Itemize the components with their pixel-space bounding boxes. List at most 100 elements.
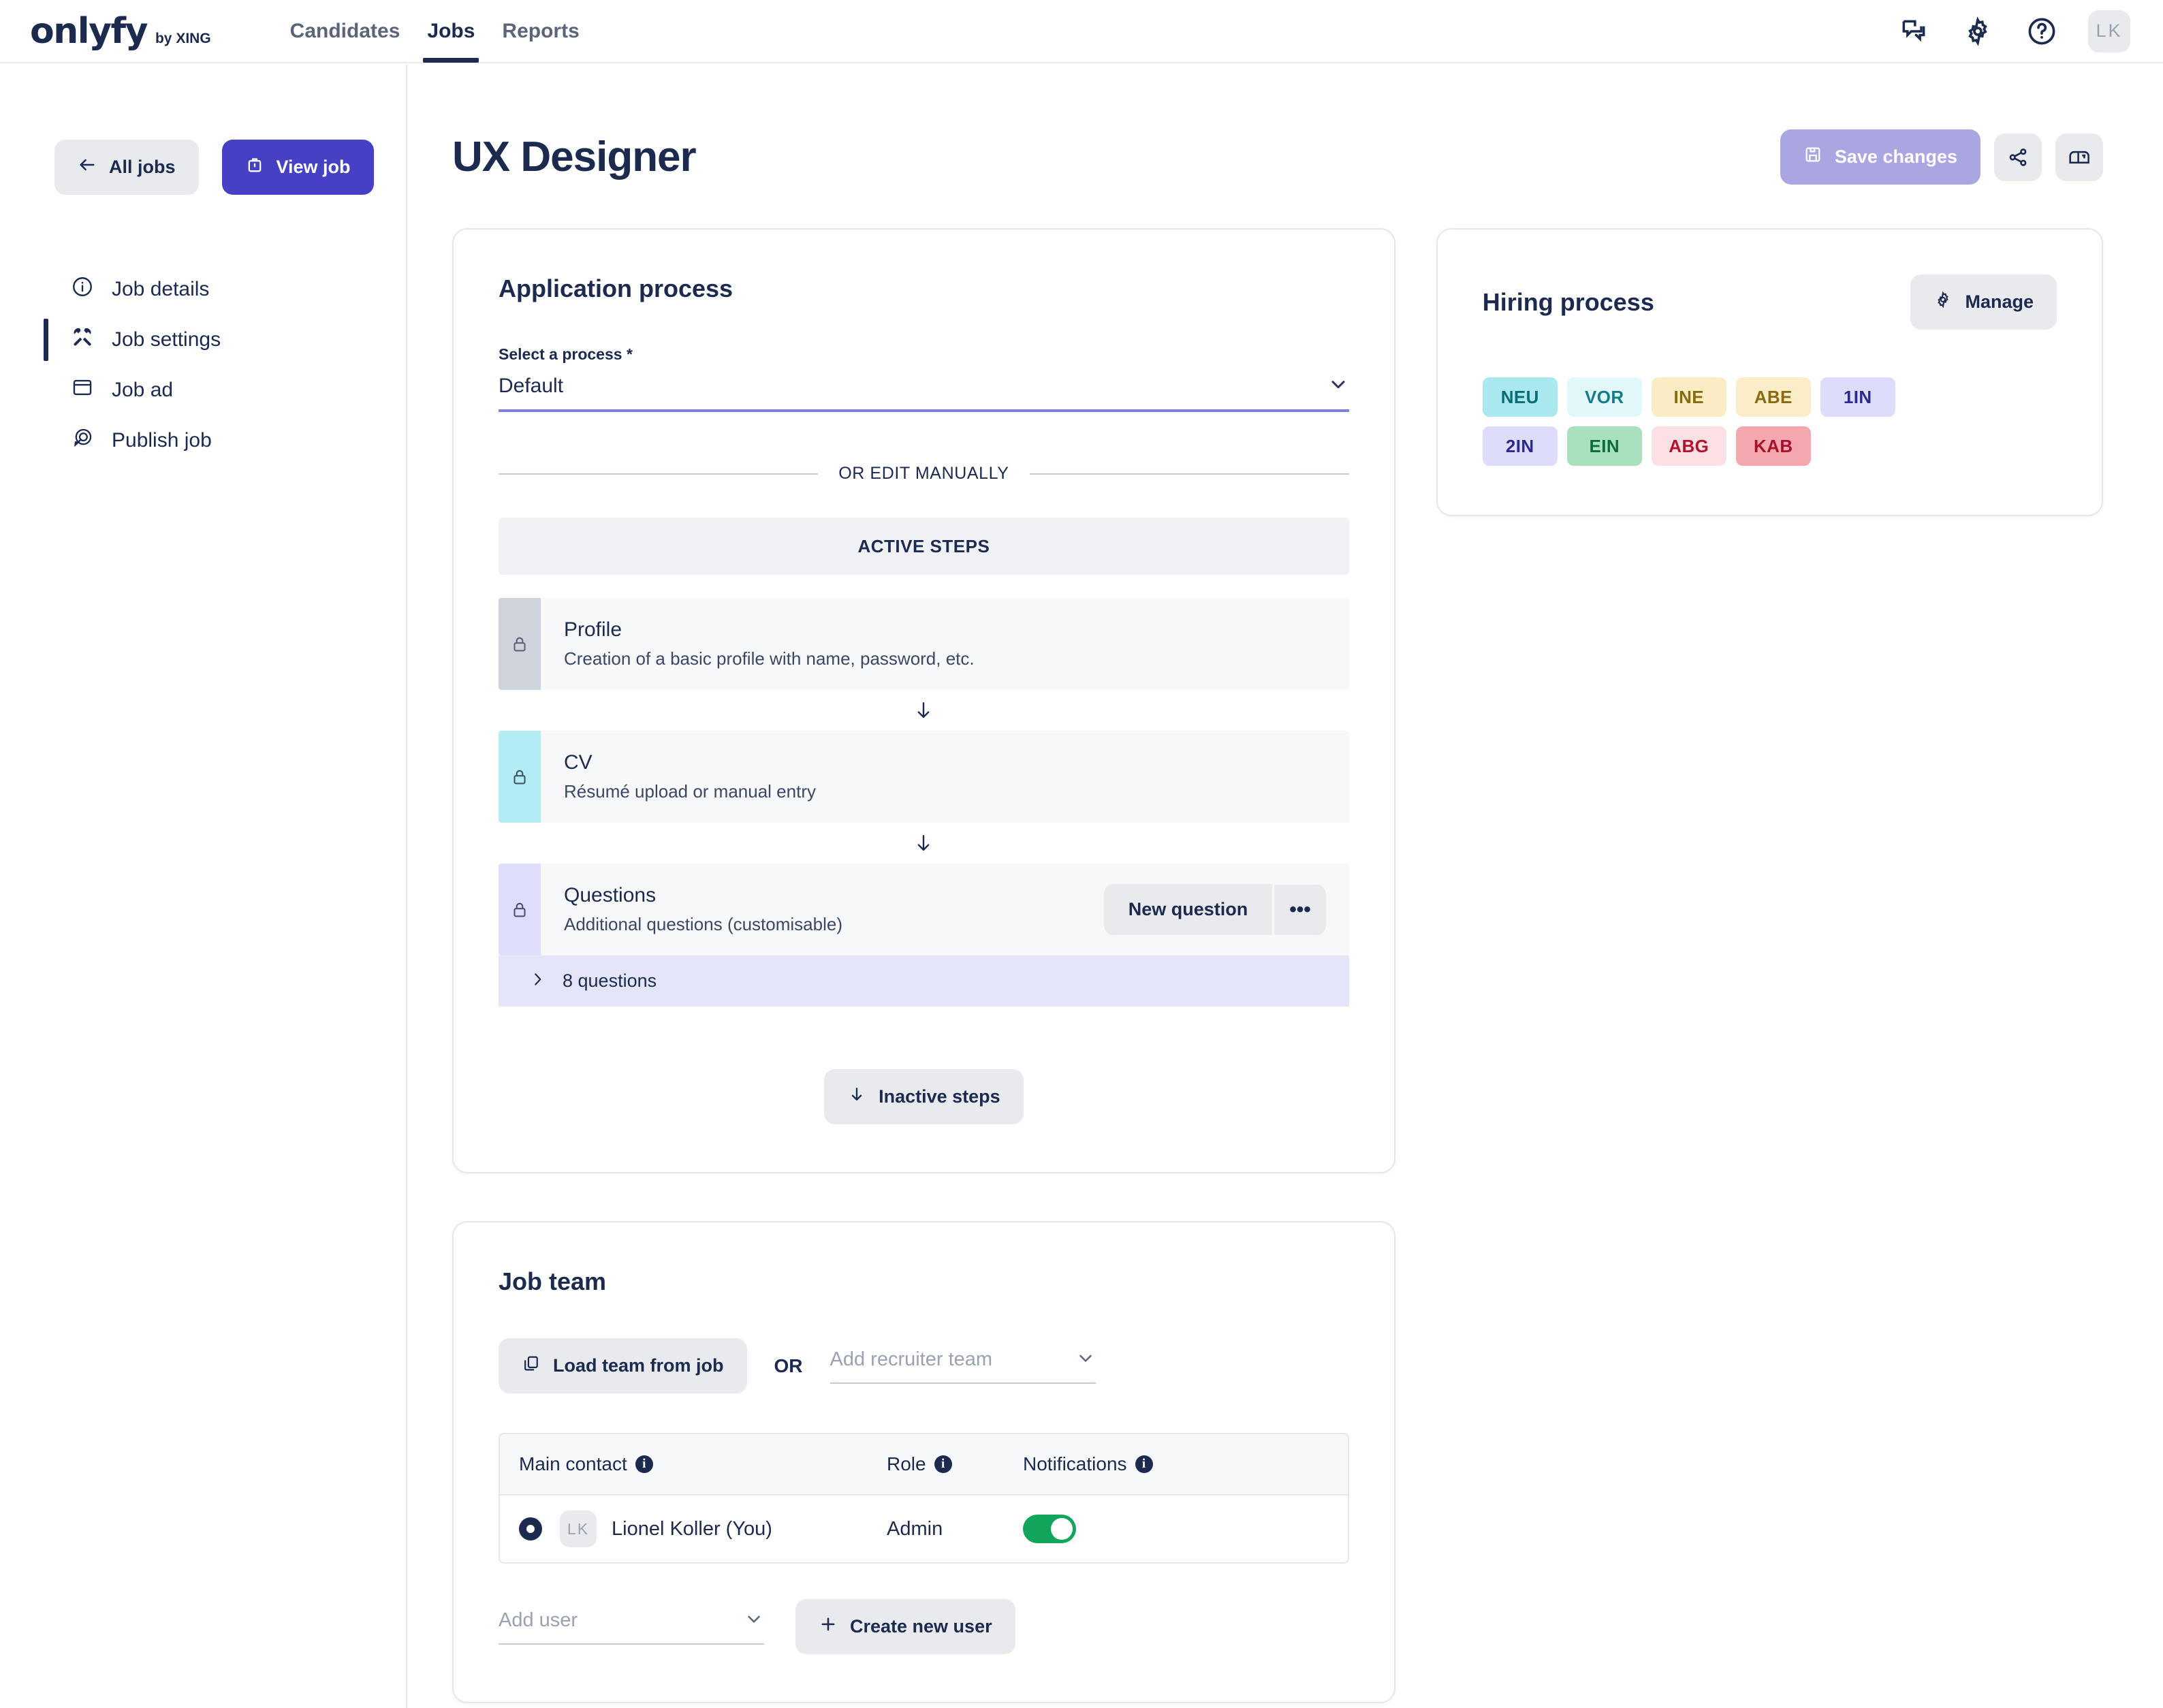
job-team-title: Job team: [499, 1267, 607, 1295]
hiring-process-title: Hiring process: [1482, 287, 1654, 316]
stage-chip-abe[interactable]: ABE: [1735, 377, 1811, 417]
column-label: Role: [887, 1453, 926, 1474]
add-user-row: Add user Create new user: [499, 1599, 1349, 1654]
create-new-user-label: Create new user: [850, 1616, 992, 1636]
page-title: UX Designer: [452, 133, 697, 180]
content-columns: Application process Select a process * D…: [409, 185, 2163, 1708]
add-recruiter-team-dropdown[interactable]: Add recruiter team: [830, 1348, 1096, 1384]
step-more-options-button[interactable]: •••: [1274, 884, 1326, 935]
load-team-from-job-button[interactable]: Load team from job: [499, 1338, 747, 1393]
chat-icon[interactable]: [1896, 14, 1931, 49]
stage-chip-vor[interactable]: VOR: [1566, 377, 1642, 417]
arrow-down-icon: [499, 823, 1349, 864]
info-icon[interactable]: i: [934, 1455, 952, 1473]
share-icon[interactable]: [1994, 133, 2042, 181]
create-new-user-button[interactable]: Create new user: [795, 1599, 1015, 1654]
column-header-notifications: Notifications i: [1023, 1453, 1329, 1475]
tab-jobs[interactable]: Jobs: [413, 0, 488, 63]
sidebar-item-label: Publish job: [112, 429, 212, 452]
all-jobs-button[interactable]: All jobs: [54, 140, 199, 195]
arrow-down-icon: [499, 690, 1349, 731]
inactive-steps-label: Inactive steps: [879, 1086, 1000, 1107]
gear-icon[interactable]: [1960, 14, 1995, 49]
tools-icon: [71, 326, 94, 354]
select-process-value: Default: [499, 374, 564, 397]
stage-chip-kab[interactable]: KAB: [1735, 426, 1811, 466]
table-header-row: Main contact i Role i Notifications i: [500, 1434, 1348, 1496]
step-description: Creation of a basic profile with name, p…: [564, 648, 975, 669]
app-root: onlyfy by XING Candidates Jobs Reports L…: [0, 0, 2163, 1708]
sidebar-nav: Job details Job settings Job ad Publish …: [0, 264, 406, 466]
hiring-process-card: Hiring process Manage NEU VOR INE ABE 1I…: [1436, 228, 2103, 516]
top-navigation-bar: onlyfy by XING Candidates Jobs Reports L…: [0, 0, 2163, 63]
sidebar-item-label: Job details: [112, 278, 210, 300]
inactive-steps-button[interactable]: Inactive steps: [824, 1069, 1024, 1124]
sidebar-item-job-details[interactable]: Job details: [0, 264, 406, 315]
view-job-button[interactable]: View job: [221, 140, 374, 195]
sidebar-item-label: Job settings: [112, 328, 221, 351]
brand-logo[interactable]: onlyfy by XING: [30, 11, 211, 52]
active-steps-header: ACTIVE STEPS: [499, 518, 1349, 575]
notifications-toggle[interactable]: [1023, 1515, 1076, 1543]
avatar[interactable]: LK: [2088, 10, 2130, 52]
new-question-button[interactable]: New question: [1103, 884, 1273, 935]
select-process-dropdown[interactable]: Default: [499, 373, 1349, 412]
mailbox-icon[interactable]: [2055, 133, 2103, 181]
sidebar-item-job-settings[interactable]: Job settings: [0, 315, 406, 365]
info-icon[interactable]: i: [635, 1455, 653, 1473]
main-contact-radio[interactable]: [519, 1517, 542, 1540]
chevron-right-icon: [528, 970, 546, 992]
arrow-down-icon: [847, 1085, 866, 1109]
team-member-name: Lionel Koller (You): [612, 1517, 772, 1540]
primary-nav-tabs: Candidates Jobs Reports: [277, 0, 593, 63]
copy-icon: [522, 1354, 541, 1378]
step-profile[interactable]: Profile Creation of a basic profile with…: [499, 598, 1349, 690]
add-user-dropdown[interactable]: Add user: [499, 1609, 764, 1645]
stage-chip-neu[interactable]: NEU: [1482, 377, 1558, 417]
stage-chip-ein[interactable]: EIN: [1566, 426, 1642, 466]
tab-reports[interactable]: Reports: [488, 0, 593, 63]
avatar: LK: [560, 1511, 597, 1547]
step-accent-bar: [499, 864, 541, 955]
save-disk-icon: [1803, 145, 1822, 169]
page-header: UX Designer Save changes: [409, 65, 2163, 185]
sidebar-top-actions: All jobs View job: [0, 65, 406, 195]
left-column: Application process Select a process * D…: [452, 228, 1395, 1708]
sidebar-item-publish-job[interactable]: Publish job: [0, 415, 406, 466]
info-circle-icon: [71, 275, 94, 304]
stage-chip-1in[interactable]: 1IN: [1820, 377, 1895, 417]
step-questions[interactable]: Questions Additional questions (customis…: [499, 864, 1349, 955]
arrow-left-icon: [78, 155, 97, 179]
questions-expand-row[interactable]: 8 questions: [499, 955, 1349, 1007]
or-edit-manually-divider: OR EDIT MANUALLY: [499, 464, 1349, 484]
sidebar-item-job-ad[interactable]: Job ad: [0, 365, 406, 415]
step-title: Questions: [564, 884, 657, 906]
stage-chip-ine[interactable]: INE: [1651, 377, 1726, 417]
form-footer-actions: Cancel Save & continue: [452, 1703, 1395, 1708]
application-process-card: Application process Select a process * D…: [452, 228, 1395, 1173]
chevron-down-icon: [1327, 373, 1349, 398]
save-changes-button[interactable]: Save changes: [1780, 129, 1980, 185]
step-description: Additional questions (customisable): [564, 914, 842, 934]
info-icon[interactable]: i: [1135, 1455, 1153, 1473]
tab-candidates[interactable]: Candidates: [277, 0, 414, 63]
job-team-table: Main contact i Role i Notifications i LK…: [499, 1433, 1349, 1564]
brand-tagline: by XING: [155, 30, 211, 46]
table-row: LK Lionel Koller (You) Admin: [500, 1496, 1348, 1562]
briefcase-icon: [245, 155, 264, 179]
step-accent-bar: [499, 598, 541, 690]
load-team-label: Load team from job: [553, 1355, 724, 1376]
manage-hiring-process-button[interactable]: Manage: [1910, 274, 2057, 330]
hiring-process-stages: NEU VOR INE ABE 1IN 2IN EIN ABG KAB: [1482, 377, 1959, 466]
questions-count-label: 8 questions: [563, 970, 657, 991]
stage-chip-2in[interactable]: 2IN: [1482, 426, 1558, 466]
help-icon[interactable]: [2024, 14, 2059, 49]
right-column: Hiring process Manage NEU VOR INE ABE 1I…: [1436, 228, 2103, 516]
inactive-steps-wrapper: Inactive steps: [499, 1069, 1349, 1124]
step-cv[interactable]: CV Résumé upload or manual entry: [499, 731, 1349, 823]
divider-line-left: [499, 473, 819, 475]
megaphone-icon: [71, 426, 94, 455]
stage-chip-abg[interactable]: ABG: [1651, 426, 1726, 466]
divider-line-right: [1029, 473, 1349, 475]
team-member-role: Admin: [887, 1517, 943, 1540]
